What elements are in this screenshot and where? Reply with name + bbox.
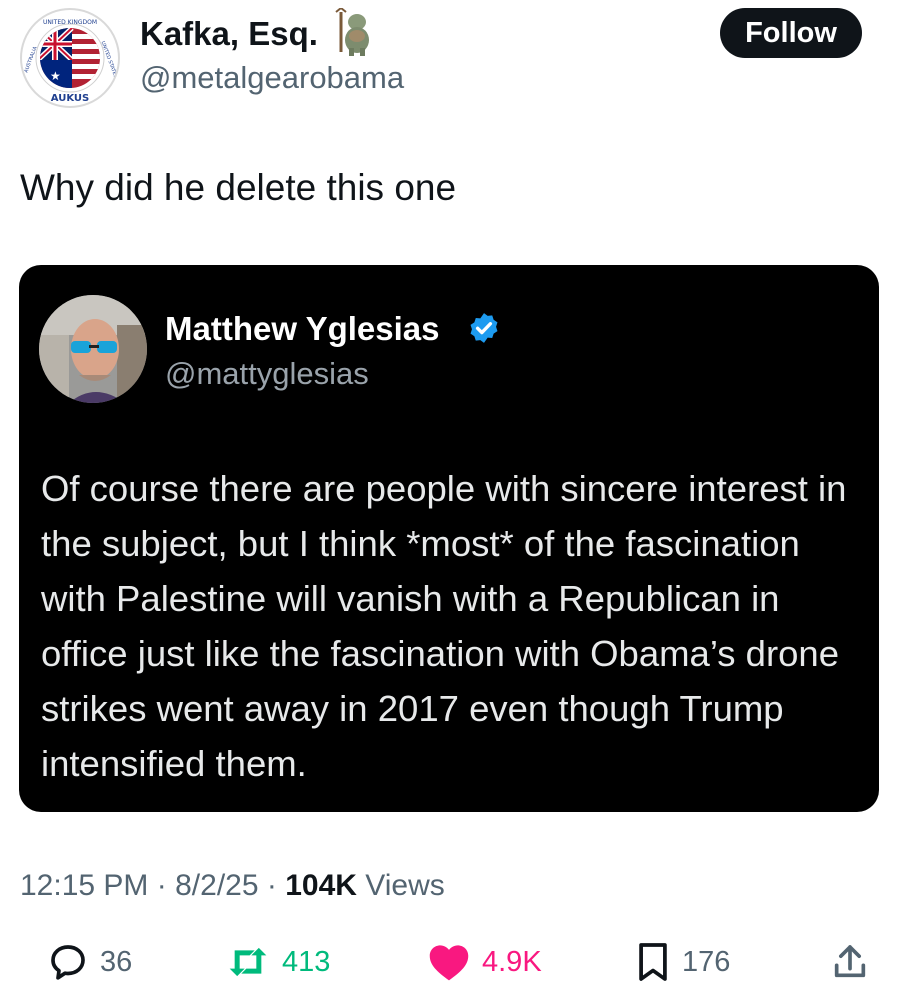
like-count: 4.9K (482, 945, 542, 978)
author-handle[interactable]: @metalgearobama (140, 60, 404, 96)
bookmark-button[interactable]: 176 (636, 935, 730, 989)
repost-button[interactable]: 413 (226, 935, 330, 989)
verified-badge-icon (470, 313, 498, 343)
avatar-label-top: UNITED KINGDOM (43, 19, 97, 26)
share-button[interactable] (830, 935, 870, 989)
reply-count: 36 (100, 945, 133, 978)
reply-icon (51, 945, 85, 980)
tweet-header: ★ UNITED KINGDOM AUSTRALIA UNITED STATES… (0, 0, 899, 120)
tweet-date[interactable]: 8/2/25 (175, 869, 258, 902)
bookmark-count: 176 (682, 945, 731, 978)
views-label: Views (365, 869, 445, 902)
person-photo-icon (39, 295, 147, 403)
repost-count: 413 (282, 945, 331, 978)
svg-text:★: ★ (50, 69, 61, 83)
action-bar: 36 413 4.9K 176 (0, 935, 899, 989)
avatar-label-bottom: AUKUS (51, 93, 89, 104)
troll-emoji-icon (335, 8, 369, 56)
views-count: 104K (285, 869, 357, 902)
like-button[interactable]: 4.9K (428, 935, 542, 989)
quoted-tweet-text: Of course there are people with sincere … (41, 468, 847, 784)
quoted-author-handle[interactable]: @mattyglesias (165, 355, 369, 393)
bookmark-icon (639, 943, 667, 981)
author-display-name[interactable]: Kafka, Esq. (140, 14, 318, 54)
meta-separator: · (266, 869, 277, 902)
tweet-time[interactable]: 12:15 PM (20, 869, 148, 902)
author-avatar[interactable]: ★ UNITED KINGDOM AUSTRALIA UNITED STATES… (20, 8, 120, 108)
retweet-icon (229, 947, 267, 977)
aukus-avatar-icon: ★ UNITED KINGDOM AUSTRALIA UNITED STATES… (24, 12, 118, 104)
quoted-author-name[interactable]: Matthew Yglesias (165, 309, 440, 349)
share-icon (834, 945, 866, 978)
meta-separator: · (156, 869, 167, 902)
tweet-text: Why did he delete this one (20, 167, 457, 208)
reply-button[interactable]: 36 (48, 935, 132, 989)
quoted-tweet-card[interactable]: Matthew Yglesias @mattyglesias Of course… (19, 265, 879, 812)
heart-icon (429, 945, 469, 981)
follow-button[interactable]: Follow (720, 8, 862, 58)
tweet-meta: 12:15 PM · 8/2/25 · 104K Views (20, 866, 445, 906)
quoted-author-avatar[interactable] (39, 295, 147, 403)
